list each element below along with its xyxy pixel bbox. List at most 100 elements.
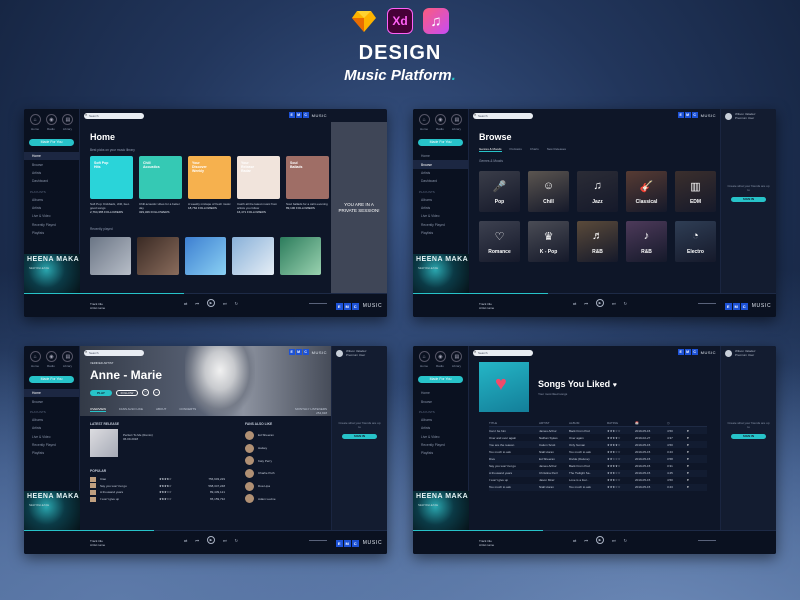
sign-in-button[interactable]: SIGN IN bbox=[731, 434, 766, 439]
genre-tile[interactable]: ☺ Chill bbox=[528, 171, 569, 212]
sidebar-item-home[interactable]: Home bbox=[24, 152, 79, 161]
next-icon[interactable]: ⏭ bbox=[612, 538, 616, 544]
sidebar-playlist[interactable]: Artists bbox=[24, 424, 79, 432]
sidebar-item-browse[interactable]: Browse bbox=[413, 160, 468, 169]
heart-icon[interactable]: ♡ bbox=[142, 389, 149, 396]
progress-bar[interactable] bbox=[24, 293, 184, 294]
tab-podcasts[interactable]: Podcasts bbox=[510, 147, 522, 152]
column-header[interactable]: RATING bbox=[607, 421, 635, 425]
follow-button[interactable]: FOLLOW bbox=[116, 389, 138, 396]
play-icon[interactable]: ▶ bbox=[206, 536, 215, 544]
sidebar-playlist[interactable]: Albums bbox=[24, 196, 79, 204]
home-nav-icon[interactable]: ⌂ bbox=[418, 114, 430, 125]
more-icon[interactable]: ⋯ bbox=[153, 389, 160, 396]
genre-tile[interactable]: ▥ EDM bbox=[675, 171, 716, 212]
search-input[interactable]: Search bbox=[473, 349, 533, 356]
genre-tile[interactable]: ◔ Electro bbox=[675, 221, 716, 262]
heart-icon[interactable]: ♥ bbox=[687, 485, 703, 489]
radio-nav-icon[interactable]: ◉ bbox=[45, 351, 57, 362]
sidebar-item-home[interactable]: Home bbox=[413, 152, 468, 160]
genre-tile[interactable]: ♪ R&B bbox=[626, 221, 667, 262]
sidebar-playlist[interactable]: Recently Played bbox=[413, 441, 468, 449]
playlist-card[interactable]: Chill Acoustics Chill acoustic vibes for … bbox=[139, 156, 182, 223]
list-item[interactable]: Charlie Puth bbox=[245, 467, 305, 480]
column-header[interactable]: 📅 bbox=[635, 421, 667, 425]
sidebar-playlist[interactable]: Artists bbox=[24, 204, 79, 212]
sidebar-playlist[interactable]: Albums bbox=[413, 196, 468, 204]
table-row[interactable]: Say you won't let go James Arthur Back Fro… bbox=[489, 463, 707, 470]
table-row[interactable]: Ciao ★★★★☆ 756,903,229 bbox=[90, 476, 245, 483]
volume-slider[interactable] bbox=[309, 303, 327, 304]
library-nav-icon[interactable]: ▤ bbox=[62, 351, 74, 362]
made-for-you-button[interactable]: Made For You bbox=[29, 376, 74, 383]
genre-tile[interactable]: ♡ Romance bbox=[479, 221, 520, 262]
shuffle-icon[interactable]: ⇄ bbox=[573, 538, 576, 544]
playlist-card[interactable]: Your Release Radar Catch all the latest m… bbox=[237, 156, 280, 223]
genre-tile[interactable]: ♫ Jazz bbox=[577, 171, 618, 212]
progress-bar[interactable] bbox=[24, 530, 154, 531]
heart-icon[interactable]: ♥ bbox=[687, 436, 703, 440]
latest-release-art[interactable] bbox=[90, 429, 118, 457]
recent-art[interactable] bbox=[90, 237, 132, 275]
playlist-art[interactable]: Your Release Radar bbox=[237, 156, 280, 199]
table-row[interactable]: A thousand years ★★★☆☆ 89,439,121 bbox=[90, 489, 245, 496]
play-button[interactable]: PLAY bbox=[90, 389, 112, 396]
prev-icon[interactable]: ⏮ bbox=[584, 538, 588, 544]
sidebar-item-artists[interactable]: Artists bbox=[24, 169, 79, 177]
genre-tile[interactable]: ♬ R&B bbox=[577, 221, 618, 262]
repeat-icon[interactable]: ↻ bbox=[235, 301, 238, 307]
avatar[interactable] bbox=[725, 350, 732, 357]
heart-icon[interactable]: ♥ bbox=[687, 457, 703, 461]
prev-icon[interactable]: ⏮ bbox=[584, 301, 588, 307]
avatar[interactable] bbox=[336, 350, 343, 357]
table-row[interactable]: Over and over again Nathan Sykes Over agai… bbox=[489, 434, 707, 441]
avatar[interactable] bbox=[725, 113, 732, 120]
heart-icon[interactable]: ♥ bbox=[687, 450, 703, 454]
tab-new-releases[interactable]: New Releases bbox=[547, 147, 566, 152]
list-item[interactable]: Ed Sheeran bbox=[245, 429, 305, 442]
playlist-art[interactable]: Your Discover Weekly bbox=[188, 156, 231, 199]
progress-bar[interactable] bbox=[413, 293, 548, 294]
sidebar-playlist[interactable]: Artists bbox=[413, 424, 468, 432]
column-header[interactable]: ALBUM bbox=[569, 421, 607, 425]
tab-about[interactable]: ABOUT bbox=[156, 407, 166, 412]
genre-tile[interactable]: 🎤 Pop bbox=[479, 171, 520, 212]
sign-in-button[interactable]: SIGN IN bbox=[342, 434, 377, 439]
heart-icon[interactable]: ♥ bbox=[687, 443, 703, 447]
next-icon[interactable]: ⏭ bbox=[612, 301, 616, 307]
home-nav-icon[interactable]: ⌂ bbox=[418, 351, 430, 362]
heart-icon[interactable]: ♥ bbox=[687, 478, 703, 482]
sidebar-item-dashboard[interactable]: Dashboard bbox=[413, 177, 468, 185]
made-for-you-button[interactable]: Made For You bbox=[418, 139, 463, 146]
search-input[interactable]: Search bbox=[84, 349, 144, 356]
heart-icon[interactable]: ♥ bbox=[687, 429, 703, 433]
table-row[interactable]: I won't give up ★★★☆☆ 65,159,732 bbox=[90, 496, 245, 503]
table-row[interactable]: Dive Ed Sheeran Divide (Deluxe) ★★☆☆☆ 2019-0… bbox=[489, 455, 707, 463]
library-nav-icon[interactable]: ▤ bbox=[62, 114, 74, 125]
column-header[interactable]: ARTIST bbox=[539, 421, 569, 425]
sidebar-item-home[interactable]: Home bbox=[413, 389, 468, 397]
list-item[interactable]: Halsey bbox=[245, 442, 305, 455]
table-row[interactable]: I won't give up Jason Mraz Love is a four.… bbox=[489, 477, 707, 484]
repeat-icon[interactable]: ↻ bbox=[624, 301, 627, 307]
prev-icon[interactable]: ⏮ bbox=[195, 538, 199, 544]
sidebar-item-browse[interactable]: Browse bbox=[24, 397, 79, 405]
sidebar-playlist[interactable]: Playlists bbox=[24, 229, 79, 237]
sidebar-item-home[interactable]: Home bbox=[24, 389, 79, 398]
sign-in-button[interactable]: SIGN IN bbox=[731, 197, 766, 202]
list-item[interactable]: Katy Perry bbox=[245, 454, 305, 467]
recent-art[interactable] bbox=[232, 237, 274, 275]
search-input[interactable]: Search bbox=[84, 112, 144, 119]
next-icon[interactable]: ⏭ bbox=[223, 538, 227, 544]
playlist-card[interactable]: Soft Pop Hits Soft Pop: Kickback, chill, … bbox=[90, 156, 133, 223]
playlist-art[interactable]: Chill Acoustics bbox=[139, 156, 182, 199]
table-row[interactable]: Can I be him James Arthur Back From Pod ★★★… bbox=[489, 427, 707, 435]
library-nav-icon[interactable]: ▤ bbox=[451, 114, 463, 125]
sidebar-item-artists[interactable]: Artists bbox=[413, 169, 468, 177]
repeat-icon[interactable]: ↻ bbox=[235, 538, 238, 544]
play-icon[interactable]: ▶ bbox=[206, 299, 215, 307]
playlist-card[interactable]: Soul Ballads Soul ballads for a calm even… bbox=[286, 156, 329, 223]
play-icon[interactable]: ▶ bbox=[595, 536, 604, 544]
recent-art[interactable] bbox=[184, 237, 227, 275]
table-row[interactable]: Too much to ask Niall Horan Too much to as… bbox=[489, 483, 707, 491]
